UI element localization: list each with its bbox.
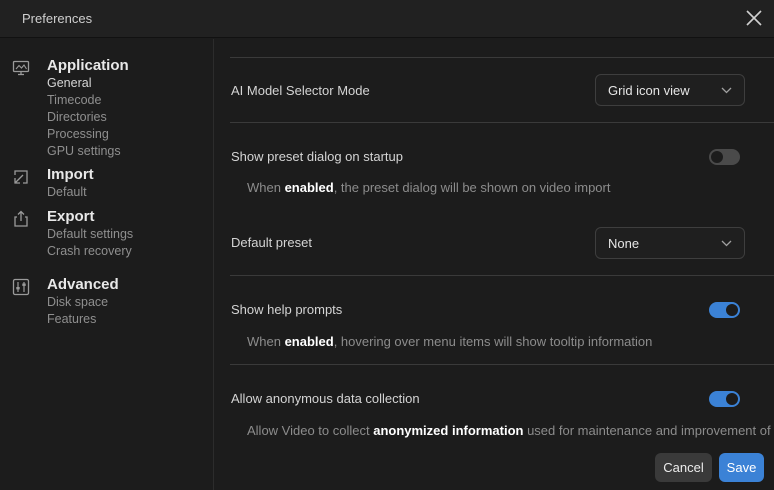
divider: [230, 57, 774, 58]
sidebar-item-crash-recovery[interactable]: Crash recovery: [47, 244, 132, 258]
divider: [230, 122, 774, 123]
data-collection-description: Allow Video to collect anonymized inform…: [247, 423, 771, 438]
sidebar-item-directories[interactable]: Directories: [47, 110, 107, 124]
sidebar-item-features[interactable]: Features: [47, 312, 96, 326]
data-collection-label: Allow anonymous data collection: [231, 391, 420, 406]
toggle-knob: [726, 304, 738, 316]
help-prompts-toggle[interactable]: [709, 302, 740, 318]
sidebar-item-timecode[interactable]: Timecode: [47, 93, 101, 107]
ai-model-selector-label: AI Model Selector Mode: [231, 83, 370, 98]
sidebar-item-import-default[interactable]: Default: [47, 185, 87, 199]
cancel-button[interactable]: Cancel: [655, 453, 712, 482]
toggle-knob: [711, 151, 723, 163]
window-title: Preferences: [22, 11, 93, 26]
sidebar-heading-application[interactable]: Application: [47, 57, 129, 74]
toggle-knob: [726, 393, 738, 405]
preset-dialog-toggle[interactable]: [709, 149, 740, 165]
sliders-icon: [12, 278, 30, 296]
divider: [230, 364, 774, 365]
chevron-down-icon: [721, 240, 732, 247]
sidebar-item-processing[interactable]: Processing: [47, 127, 109, 141]
ai-model-selector-value: Grid icon view: [608, 83, 690, 98]
close-icon[interactable]: [744, 8, 764, 28]
default-preset-label: Default preset: [231, 235, 312, 250]
chevron-down-icon: [721, 87, 732, 94]
sidebar-item-gpu-settings[interactable]: GPU settings: [47, 144, 121, 158]
data-collection-toggle[interactable]: [709, 391, 740, 407]
import-icon: [14, 170, 28, 184]
default-preset-dropdown[interactable]: None: [595, 227, 745, 259]
help-prompts-label: Show help prompts: [231, 302, 343, 317]
settings-panel[interactable]: AI Model Selector Mode Grid icon view Sh…: [215, 39, 774, 441]
preset-dialog-description: When enabled, the preset dialog will be …: [247, 180, 611, 195]
save-button[interactable]: Save: [719, 453, 764, 482]
sidebar-heading-import[interactable]: Import: [47, 166, 94, 183]
sidebar-item-disk-space[interactable]: Disk space: [47, 295, 108, 309]
divider: [230, 275, 774, 276]
default-preset-value: None: [608, 236, 640, 251]
ai-model-selector-dropdown[interactable]: Grid icon view: [595, 74, 745, 106]
title-bar: Preferences: [0, 0, 774, 38]
sidebar: Application General Timecode Directories…: [0, 39, 214, 490]
export-icon: [14, 210, 28, 227]
preset-dialog-label: Show preset dialog on startup: [231, 149, 403, 164]
help-prompts-description: When enabled, hovering over menu items w…: [247, 334, 653, 349]
sidebar-item-general[interactable]: General: [47, 76, 91, 90]
monitor-icon: [12, 60, 30, 76]
dialog-footer: Cancel Save: [215, 441, 774, 490]
sidebar-heading-advanced[interactable]: Advanced: [47, 276, 119, 293]
sidebar-item-default-settings[interactable]: Default settings: [47, 227, 133, 241]
sidebar-heading-export[interactable]: Export: [47, 208, 95, 225]
